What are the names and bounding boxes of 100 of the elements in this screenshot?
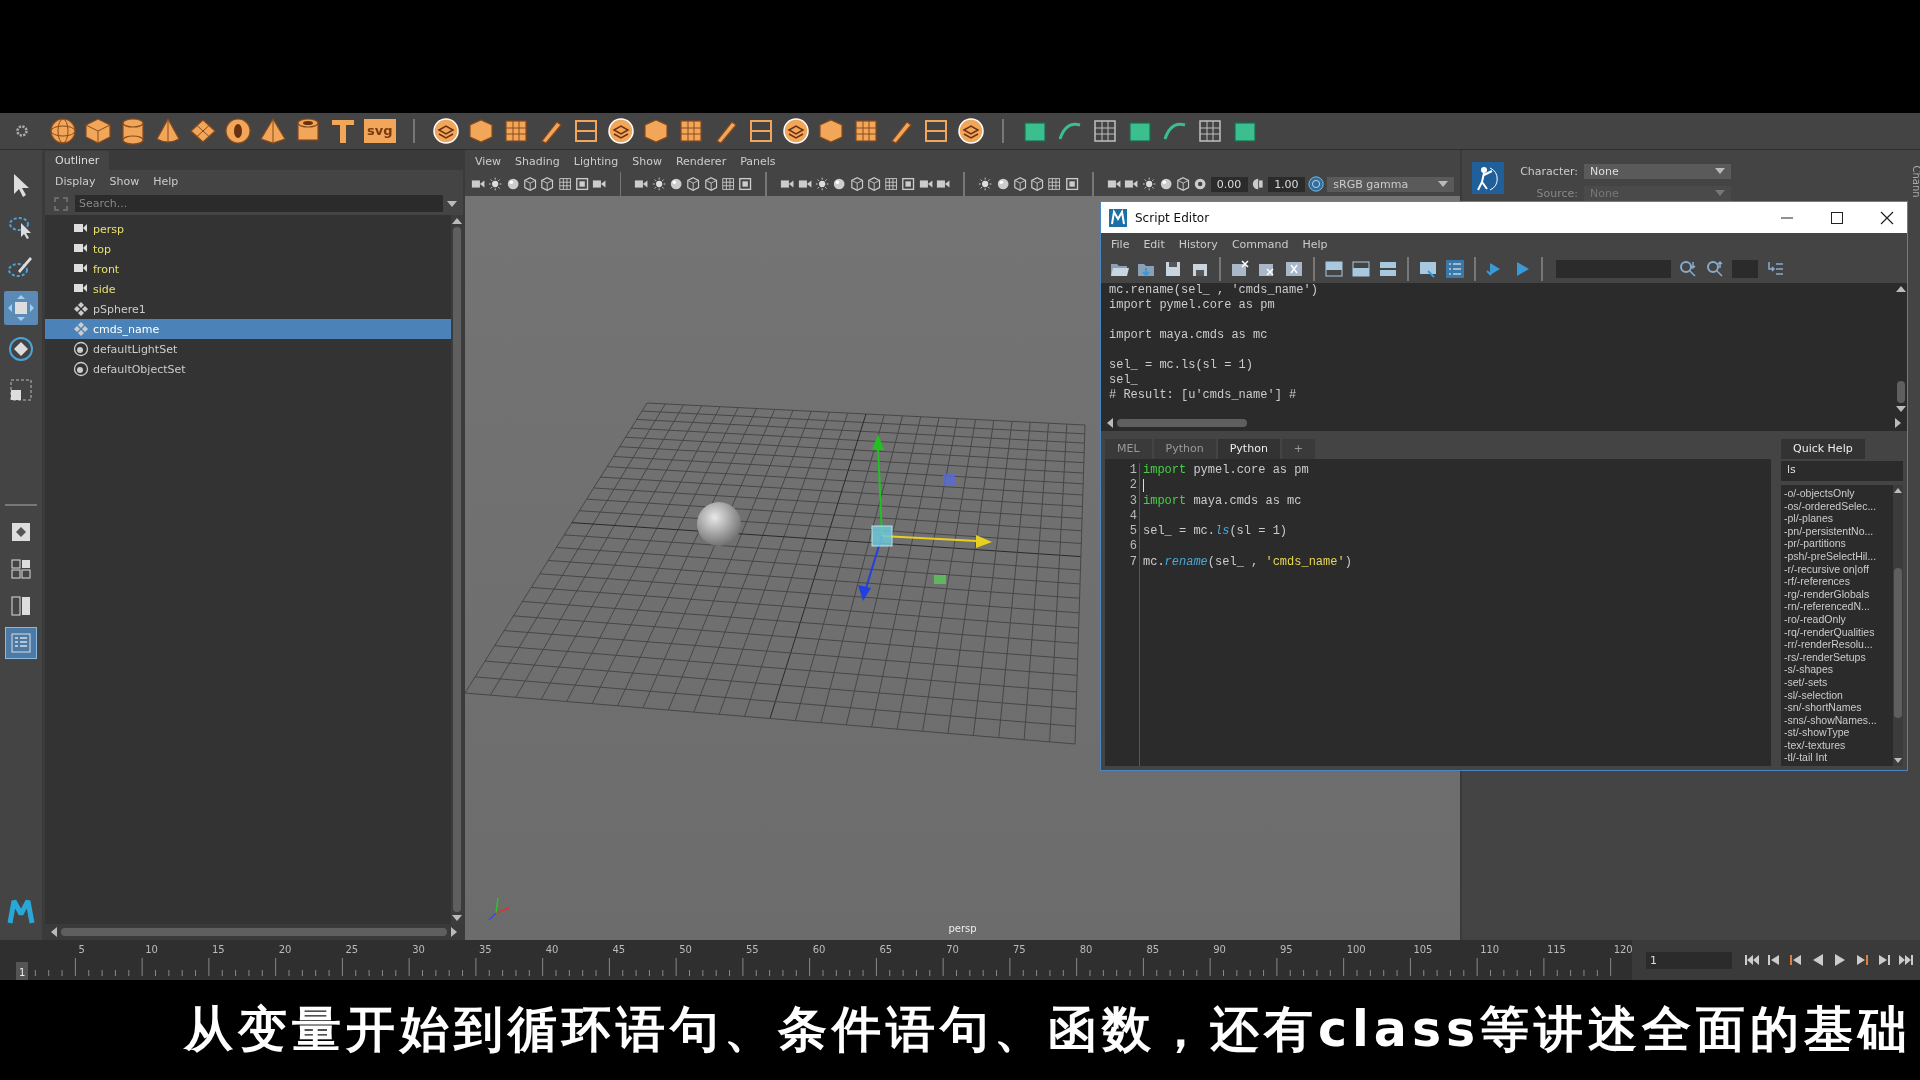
character-icon[interactable] [1472, 162, 1504, 194]
box-icon[interactable] [641, 117, 670, 145]
color-management-icon[interactable] [1308, 175, 1325, 193]
svg-icon[interactable]: svg [364, 119, 396, 143]
flag-item[interactable]: -pr/-partitions [1784, 537, 1893, 550]
scroll-thumb[interactable] [1117, 419, 1247, 427]
outliner-item[interactable]: defaultLightSet [45, 339, 451, 359]
outliner-item[interactable]: persp [45, 219, 451, 239]
flag-item[interactable]: -pl/-planes [1784, 512, 1893, 525]
menu-item[interactable]: Show [109, 174, 140, 188]
flag-item[interactable]: -pn/-persistentNo... [1784, 524, 1893, 538]
frame-field[interactable]: 1 [1646, 951, 1732, 969]
step-forward-key-icon[interactable] [1876, 952, 1892, 968]
scroll-down-icon[interactable] [452, 915, 462, 921]
menu-item[interactable]: History [1178, 237, 1218, 251]
flag-item[interactable]: -rr/-renderResolu... [1784, 638, 1893, 651]
tab[interactable]: Python [1153, 439, 1216, 459]
flag-item[interactable]: -set/-sets [1784, 675, 1893, 689]
line-numbers-icon[interactable] [1445, 259, 1465, 279]
flag-item[interactable]: -r/-recursive on|off [1784, 562, 1893, 576]
quick-help-field[interactable]: ls [1781, 461, 1903, 481]
menu-item[interactable]: Help [1302, 237, 1328, 251]
sphere-icon[interactable] [668, 176, 684, 192]
flag-item[interactable]: -rs/-renderSetups [1784, 650, 1893, 664]
move-tool-icon[interactable] [4, 291, 38, 325]
cube-icon[interactable] [522, 176, 538, 192]
search-down-icon[interactable] [1678, 259, 1698, 279]
show-input-icon[interactable] [1351, 259, 1371, 279]
scroll-right-icon[interactable] [1895, 418, 1901, 428]
step-back-icon[interactable] [1788, 952, 1804, 968]
step-back-key-icon[interactable] [1766, 952, 1782, 968]
scroll-up-icon[interactable] [452, 218, 462, 224]
move-manipulator-drawing[interactable] [858, 434, 992, 601]
go-to-start-icon[interactable] [1744, 952, 1760, 968]
show-both-icon[interactable] [1378, 259, 1398, 279]
grid-icon[interactable] [557, 176, 572, 192]
scrollbar[interactable] [45, 924, 463, 940]
flag-item[interactable]: -s/-shapes [1784, 663, 1893, 676]
outliner-item[interactable]: top [45, 239, 451, 259]
tab[interactable]: MEL [1105, 439, 1152, 459]
flag-item[interactable]: -rf/-references [1784, 575, 1893, 588]
flag-item[interactable]: -rq/-renderQualities [1784, 625, 1893, 639]
outliner-item[interactable]: defaultObjectSet [45, 359, 451, 379]
frame-icon[interactable] [738, 176, 753, 192]
scrollbar[interactable] [1893, 485, 1903, 766]
grid-icon[interactable] [720, 176, 736, 192]
cube-icon[interactable] [84, 117, 112, 145]
clear-history-icon[interactable] [1230, 259, 1250, 279]
close-icon[interactable] [1879, 209, 1895, 226]
scroll-thumb[interactable] [1894, 568, 1902, 718]
scroll-down-icon[interactable] [1894, 758, 1902, 763]
frame-icon[interactable] [901, 176, 916, 192]
search-up-icon[interactable] [1705, 259, 1725, 279]
gamma-field[interactable]: 1.00 [1268, 176, 1306, 192]
grid-icon[interactable] [884, 176, 899, 192]
clear-all-icon[interactable] [1284, 259, 1304, 279]
type-tool-icon[interactable] [329, 117, 357, 145]
flag-item[interactable]: -os/-orderedSelec... [1784, 499, 1893, 513]
torus-icon[interactable] [224, 117, 252, 145]
sphere-icon[interactable] [995, 176, 1010, 192]
scroll-left-icon[interactable] [1107, 418, 1113, 428]
menu-item[interactable]: Panels [740, 154, 776, 168]
light-icon[interactable] [1141, 176, 1156, 192]
menu-item[interactable]: Display [55, 174, 96, 188]
menu-item[interactable]: Command [1231, 237, 1289, 251]
flag-item[interactable]: -rg/-renderGlobals [1784, 587, 1893, 601]
save-icon[interactable] [1163, 259, 1183, 279]
scroll-left-icon[interactable] [51, 927, 57, 937]
scroll-down-icon[interactable] [1896, 406, 1906, 412]
show-history-icon[interactable] [1324, 259, 1344, 279]
menu-item[interactable]: File [1111, 237, 1130, 251]
exposure-icon[interactable] [1193, 176, 1208, 192]
layers-icon[interactable] [606, 117, 635, 145]
plane-icon[interactable] [189, 117, 217, 145]
menu-item[interactable]: Renderer [675, 154, 727, 168]
panel-tab[interactable]: Chann [1910, 165, 1920, 198]
scroll-thumb[interactable] [61, 928, 447, 936]
box-icon[interactable] [466, 117, 495, 145]
sphere-icon[interactable] [832, 176, 847, 192]
cone-icon[interactable] [154, 117, 182, 145]
sphere[interactable] [697, 502, 741, 546]
tab[interactable]: Quick Help [1781, 439, 1865, 459]
outliner-item[interactable]: front [45, 259, 451, 279]
layers-icon[interactable] [431, 117, 460, 145]
outliner-item[interactable]: pSphere1 [45, 299, 451, 319]
maximize-icon[interactable] [1829, 209, 1845, 226]
flag-item[interactable]: -sns/-showNames... [1784, 713, 1893, 727]
frame-icon[interactable] [574, 176, 590, 192]
flag-item[interactable]: -psh/-preSelectHil... [1784, 549, 1893, 563]
flag-item[interactable]: -rn/-referencedN... [1784, 600, 1893, 613]
scroll-thumb[interactable] [1897, 381, 1905, 403]
flag-item[interactable]: -st/-showType [1784, 726, 1893, 739]
gamma-icon[interactable] [1250, 176, 1266, 192]
sphere-icon[interactable] [49, 117, 77, 145]
sphere-icon[interactable] [505, 176, 520, 192]
menu-item[interactable]: Edit [1143, 237, 1165, 251]
search-field[interactable] [1556, 260, 1671, 278]
layers-icon[interactable] [781, 117, 810, 145]
search-field[interactable]: Search... [75, 195, 443, 212]
menu-item[interactable]: Shading [515, 154, 560, 168]
